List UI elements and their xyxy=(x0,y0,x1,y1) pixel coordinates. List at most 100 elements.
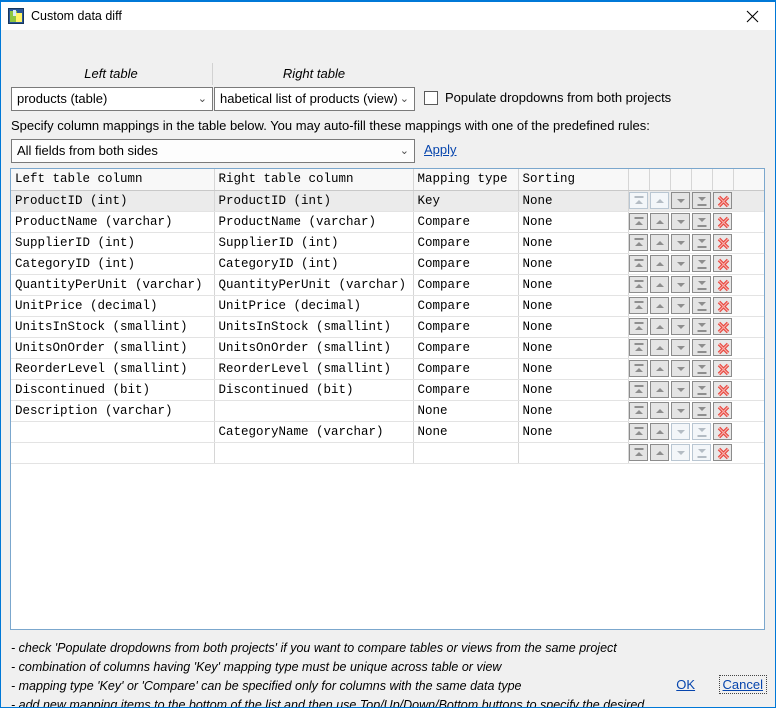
move-down-button[interactable] xyxy=(671,255,690,272)
cell-right-column[interactable]: CategoryID (int) xyxy=(214,253,414,275)
table-row[interactable] xyxy=(11,442,764,464)
table-row[interactable]: SupplierID (int) SupplierID (int) Compare N… xyxy=(11,232,764,254)
cell-left-column[interactable]: UnitPrice (decimal) xyxy=(11,295,215,317)
move-top-button[interactable] xyxy=(629,213,649,230)
move-bottom-button[interactable] xyxy=(692,192,711,209)
move-up-button[interactable] xyxy=(650,213,669,230)
cell-left-column[interactable]: UnitsInStock (smallint) xyxy=(11,316,215,338)
move-top-button[interactable] xyxy=(629,444,649,461)
col-header-sorting[interactable]: Sorting xyxy=(518,169,629,191)
delete-row-button[interactable] xyxy=(713,339,732,356)
cell-left-column[interactable]: Discontinued (bit) xyxy=(11,379,215,401)
move-down-button[interactable] xyxy=(671,402,690,419)
move-bottom-button[interactable] xyxy=(692,423,711,440)
cell-left-column[interactable]: Description (varchar) xyxy=(11,400,215,422)
move-top-button[interactable] xyxy=(629,234,649,251)
move-bottom-button[interactable] xyxy=(692,318,711,335)
table-row[interactable]: UnitsInStock (smallint) UnitsInStock (sma… xyxy=(11,316,764,338)
cell-left-column[interactable]: ReorderLevel (smallint) xyxy=(11,358,215,380)
table-row[interactable]: QuantityPerUnit (varchar) QuantityPerUnit… xyxy=(11,274,764,296)
move-bottom-button[interactable] xyxy=(692,444,711,461)
cell-sorting[interactable]: None xyxy=(518,274,629,296)
move-bottom-button[interactable] xyxy=(692,234,711,251)
move-up-button[interactable] xyxy=(650,360,669,377)
move-bottom-button[interactable] xyxy=(692,297,711,314)
col-header-mapping-type[interactable]: Mapping type xyxy=(413,169,519,191)
cell-sorting[interactable]: None xyxy=(518,295,629,317)
delete-row-button[interactable] xyxy=(713,444,732,461)
column-mappings-grid[interactable]: Left table column Right table column Map… xyxy=(10,168,765,630)
cell-sorting[interactable]: None xyxy=(518,316,629,338)
apply-link[interactable]: Apply xyxy=(424,142,457,157)
cancel-button[interactable]: Cancel xyxy=(718,675,767,694)
move-bottom-button[interactable] xyxy=(692,360,711,377)
cell-right-column[interactable]: UnitPrice (decimal) xyxy=(214,295,414,317)
move-down-button[interactable] xyxy=(671,444,690,461)
move-up-button[interactable] xyxy=(650,381,669,398)
cell-mapping-type[interactable]: Compare xyxy=(413,337,519,359)
cell-mapping-type[interactable]: Compare xyxy=(413,274,519,296)
move-top-button[interactable] xyxy=(629,255,649,272)
move-bottom-button[interactable] xyxy=(692,381,711,398)
table-row[interactable]: CategoryID (int) CategoryID (int) Compare N… xyxy=(11,253,764,275)
cell-mapping-type[interactable]: Compare xyxy=(413,316,519,338)
move-down-button[interactable] xyxy=(671,192,690,209)
move-up-button[interactable] xyxy=(650,192,669,209)
move-down-button[interactable] xyxy=(671,318,690,335)
right-table-dropdown[interactable]: habetical list of products (view) ⌄ xyxy=(214,87,415,111)
move-top-button[interactable] xyxy=(629,381,649,398)
cell-sorting[interactable]: None xyxy=(518,358,629,380)
cell-mapping-type[interactable]: Compare xyxy=(413,232,519,254)
cell-sorting[interactable] xyxy=(518,442,629,464)
col-header-left-table-column[interactable]: Left table column xyxy=(11,169,215,191)
move-top-button[interactable] xyxy=(629,360,649,377)
move-down-button[interactable] xyxy=(671,213,690,230)
cell-left-column[interactable]: UnitsOnOrder (smallint) xyxy=(11,337,215,359)
cell-sorting[interactable]: None xyxy=(518,379,629,401)
cell-mapping-type[interactable]: None xyxy=(413,400,519,422)
move-down-button[interactable] xyxy=(671,423,690,440)
cell-mapping-type[interactable]: Compare xyxy=(413,358,519,380)
move-top-button[interactable] xyxy=(629,276,649,293)
move-bottom-button[interactable] xyxy=(692,339,711,356)
cell-right-column[interactable]: ReorderLevel (smallint) xyxy=(214,358,414,380)
move-top-button[interactable] xyxy=(629,192,649,209)
close-icon[interactable] xyxy=(729,2,775,30)
cell-sorting[interactable]: None xyxy=(518,232,629,254)
cell-mapping-type[interactable]: Compare xyxy=(413,253,519,275)
move-top-button[interactable] xyxy=(629,423,649,440)
cell-right-column[interactable]: ProductID (int) xyxy=(214,190,414,212)
cell-left-column[interactable]: CategoryID (int) xyxy=(11,253,215,275)
move-top-button[interactable] xyxy=(629,402,649,419)
cell-sorting[interactable]: None xyxy=(518,211,629,233)
move-bottom-button[interactable] xyxy=(692,213,711,230)
cell-left-column[interactable] xyxy=(11,421,215,443)
move-bottom-button[interactable] xyxy=(692,276,711,293)
cell-right-column[interactable] xyxy=(214,400,414,422)
ok-button[interactable]: OK xyxy=(673,676,698,693)
cell-left-column[interactable]: SupplierID (int) xyxy=(11,232,215,254)
delete-row-button[interactable] xyxy=(713,381,732,398)
move-top-button[interactable] xyxy=(629,297,649,314)
cell-mapping-type[interactable]: Compare xyxy=(413,379,519,401)
move-up-button[interactable] xyxy=(650,297,669,314)
delete-row-button[interactable] xyxy=(713,213,732,230)
move-top-button[interactable] xyxy=(629,339,649,356)
cell-mapping-type[interactable]: Compare xyxy=(413,211,519,233)
table-row[interactable]: UnitPrice (decimal) UnitPrice (decimal) Co… xyxy=(11,295,764,317)
cell-sorting[interactable]: None xyxy=(518,421,629,443)
cell-left-column[interactable]: ProductName (varchar) xyxy=(11,211,215,233)
move-up-button[interactable] xyxy=(650,339,669,356)
move-up-button[interactable] xyxy=(650,423,669,440)
delete-row-button[interactable] xyxy=(713,192,732,209)
move-up-button[interactable] xyxy=(650,234,669,251)
left-table-dropdown[interactable]: products (table) ⌄ xyxy=(11,87,213,111)
delete-row-button[interactable] xyxy=(713,234,732,251)
cell-mapping-type[interactable]: None xyxy=(413,421,519,443)
cell-right-column[interactable]: QuantityPerUnit (varchar) xyxy=(214,274,414,296)
delete-row-button[interactable] xyxy=(713,276,732,293)
cell-right-column[interactable]: UnitsInStock (smallint) xyxy=(214,316,414,338)
cell-right-column[interactable]: Discontinued (bit) xyxy=(214,379,414,401)
cell-right-column[interactable] xyxy=(214,442,414,464)
cell-left-column[interactable]: QuantityPerUnit (varchar) xyxy=(11,274,215,296)
